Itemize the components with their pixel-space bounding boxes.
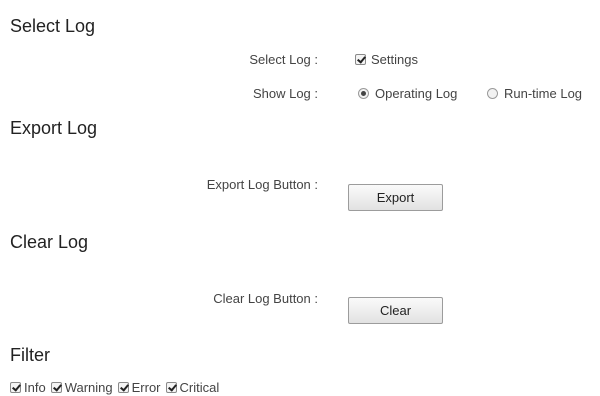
critical-checkbox[interactable] bbox=[165, 382, 177, 393]
select-log-heading: Select Log bbox=[10, 16, 96, 36]
filter-options: Info Warning Error Critical bbox=[10, 380, 224, 395]
show-log-label: Show Log : bbox=[252, 86, 318, 101]
export-button[interactable]: Export bbox=[348, 184, 443, 211]
clear-button[interactable]: Clear bbox=[348, 297, 443, 324]
settings-option-label: Settings bbox=[371, 52, 418, 67]
runtime-log-option[interactable]: Run-time Log bbox=[487, 86, 582, 101]
clear-log-label: Clear Log Button : bbox=[213, 291, 318, 306]
filter-error-label: Error bbox=[131, 380, 161, 395]
operating-log-label: Operating Log bbox=[375, 86, 458, 101]
filter-info[interactable]: Info bbox=[10, 380, 46, 395]
export-log-label: Export Log Button : bbox=[206, 177, 318, 192]
filter-critical[interactable]: Critical bbox=[165, 380, 220, 395]
export-log-heading: Export Log bbox=[10, 118, 98, 138]
warning-checkbox[interactable] bbox=[50, 382, 62, 393]
runtime-log-label: Run-time Log bbox=[504, 86, 583, 101]
filter-error[interactable]: Error bbox=[117, 380, 161, 395]
filter-critical-label: Critical bbox=[179, 380, 220, 395]
info-checkbox[interactable] bbox=[10, 382, 21, 393]
filter-heading: Filter bbox=[10, 345, 50, 365]
filter-info-label: Info bbox=[24, 380, 46, 395]
settings-option[interactable]: Settings bbox=[355, 52, 418, 67]
settings-checkbox[interactable] bbox=[355, 54, 366, 65]
clear-log-heading: Clear Log bbox=[10, 232, 89, 252]
operating-log-radio[interactable] bbox=[358, 88, 369, 99]
runtime-log-radio[interactable] bbox=[487, 88, 498, 99]
filter-warning-label: Warning bbox=[64, 380, 113, 395]
operating-log-option[interactable]: Operating Log bbox=[358, 86, 457, 101]
select-log-label: Select Log : bbox=[249, 52, 318, 67]
filter-warning[interactable]: Warning bbox=[50, 380, 113, 395]
error-checkbox[interactable] bbox=[117, 382, 129, 393]
